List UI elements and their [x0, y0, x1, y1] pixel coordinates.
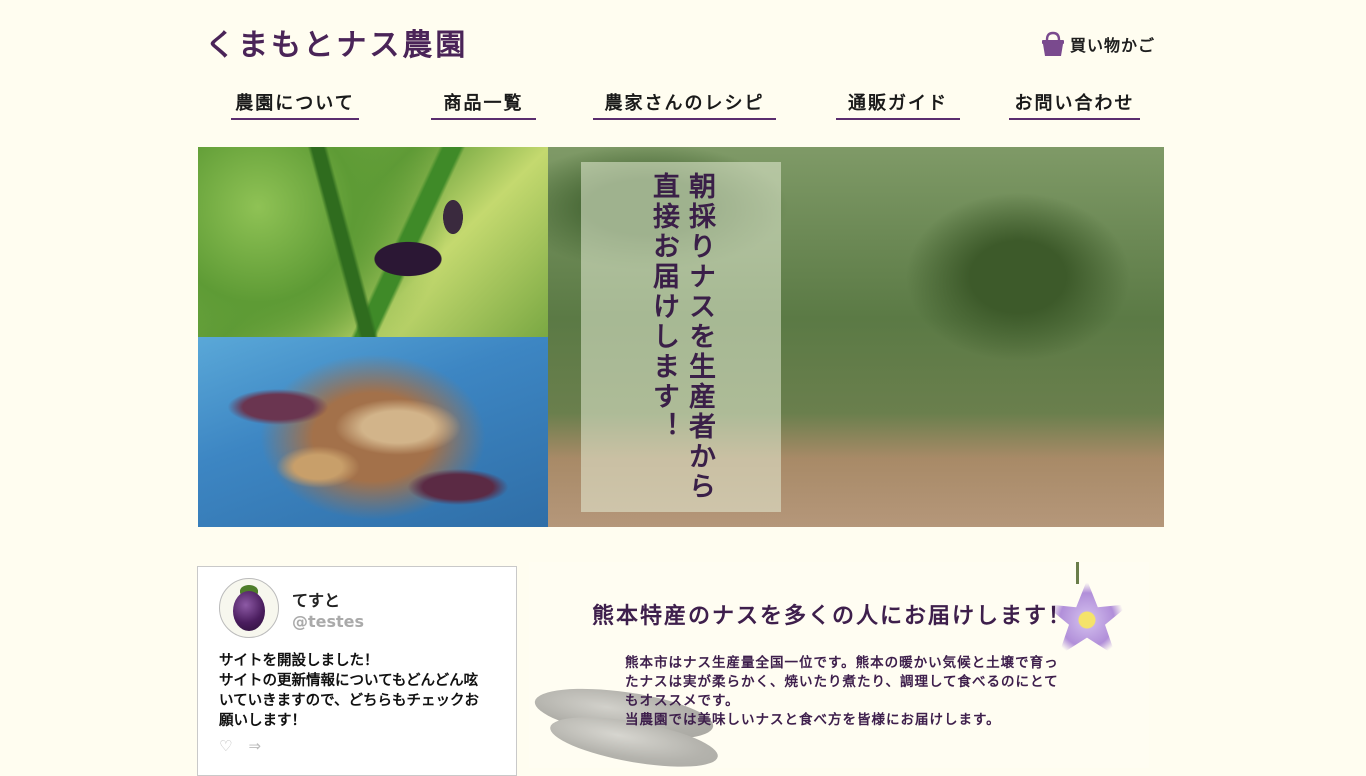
- nav-shopping-guide[interactable]: 通販ガイド: [836, 90, 960, 120]
- tweet-actions: ♡ ⇒: [219, 737, 261, 755]
- tweet-user-handle[interactable]: @testes: [292, 612, 364, 631]
- share-arrow-icon[interactable]: ⇒: [248, 737, 261, 755]
- hero-caption-box: 朝採りナスを生産者から 直接お届けします！: [581, 162, 781, 512]
- cart-label: 買い物かご: [1070, 36, 1156, 55]
- tweet-card[interactable]: てすと @testes サイトを開設しました！ サイトの更新情報についてもどんど…: [197, 566, 517, 776]
- nav-recipes[interactable]: 農家さんのレシピ: [593, 90, 776, 120]
- hero-caption: 朝採りナスを生産者から 直接お届けします！: [648, 172, 715, 502]
- eggplant-plant-photo: [198, 147, 548, 337]
- nav-contact[interactable]: お問い合わせ: [1009, 90, 1140, 120]
- promo-title: 熊本特産のナスを多くの人にお届けします！: [592, 603, 1073, 629]
- tweet-user-name[interactable]: てすと: [292, 587, 340, 611]
- shopping-basket-icon: [1042, 31, 1064, 56]
- promo-section: 熊本特産のナスを多くの人にお届けします！ 熊本市はナス生産量全国一位です。熊本の…: [529, 562, 1149, 768]
- eggplant-dish-photo: [198, 337, 548, 527]
- promo-text: 熊本市はナス生産量全国一位です。熊本の暖かい気候と土壌で育ったナスは実が柔らかく…: [625, 655, 1059, 728]
- site-logo[interactable]: くまもとナス農園: [205, 20, 468, 64]
- tweet-text: サイトを開設しました！ サイトの更新情報についてもどんどん呟いていきますので、ど…: [219, 653, 479, 729]
- nav-products[interactable]: 商品一覧: [431, 90, 536, 120]
- nav-about[interactable]: 農園について: [231, 90, 359, 120]
- hero-banner: 朝採りナスを生産者から 直接お届けします！: [198, 147, 1164, 527]
- avatar[interactable]: [219, 578, 279, 638]
- cart-button[interactable]: 買い物かご: [1040, 30, 1155, 58]
- heart-icon[interactable]: ♡: [219, 737, 232, 755]
